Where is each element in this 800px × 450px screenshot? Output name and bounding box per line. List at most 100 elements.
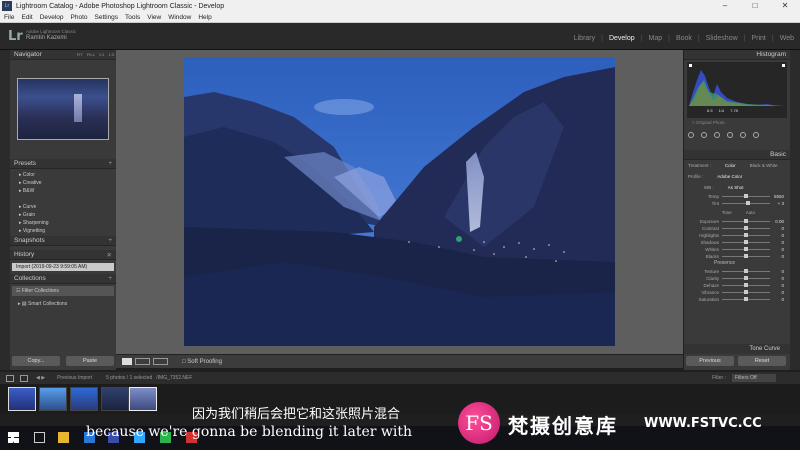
module-library[interactable]: Library [574,35,595,42]
start-icon[interactable] [8,432,19,443]
texture-slider[interactable]: Texture 0 [684,268,790,275]
navigator-header[interactable]: Navigator FIT FILL 1:1 1:3 [10,50,116,60]
preset-folder[interactable]: ▸ Grain [19,212,116,220]
histogram-readout: 6.5 1/4 7.78 [707,108,738,113]
add-snapshot-icon[interactable]: + [108,237,112,244]
histogram-header[interactable]: Histogram [684,50,790,60]
add-preset-icon[interactable]: + [108,160,112,167]
collection-smart[interactable]: ▸ ▤ Smart Collections [10,298,116,307]
filmstrip-thumb-selected[interactable] [129,387,157,411]
filmstrip-source[interactable]: Previous Import [57,375,92,381]
filmstrip-thumb[interactable] [101,387,129,411]
module-map[interactable]: Map [648,35,662,42]
menu-develop[interactable]: Develop [40,14,64,21]
before-after-swap-icon[interactable] [153,358,168,365]
filmstrip-filename: /IMG_7352.NEF [156,375,193,381]
preset-folder[interactable]: ▸ Color [19,172,116,180]
module-print[interactable]: Print [751,35,765,42]
title-bar: Lr Lightroom Catalog - Adobe Photoshop L… [0,0,800,12]
preset-folder[interactable]: ▸ Vignetting [19,228,116,236]
original-photo-checkbox[interactable]: □ Original Photo [684,120,790,125]
menu-view[interactable]: View [147,14,161,21]
tone-curve-header[interactable]: Tone Curve [684,344,790,354]
right-panel-scrollbar[interactable] [790,50,800,370]
main-photo[interactable] [184,57,615,346]
before-after-icon[interactable] [135,358,150,365]
module-slideshow[interactable]: Slideshow [706,35,738,42]
whites-slider[interactable]: Whites 0 [684,246,790,253]
task-view-icon[interactable] [34,432,45,443]
filmstrip-count: 5 photos / 1 selected [106,375,153,381]
close-button[interactable]: ✕ [770,0,800,12]
module-separator: | [697,35,700,42]
filmstrip-thumb[interactable] [39,387,67,411]
menu-window[interactable]: Window [168,14,191,21]
grid-icon[interactable] [20,374,28,382]
exposure-slider[interactable]: Exposure 0.00 [684,218,790,225]
preset-folder[interactable]: ▸ B&W [19,188,116,196]
copy-button[interactable]: Copy... [12,356,60,366]
menu-help[interactable]: Help [198,14,211,21]
menu-tools[interactable]: Tools [125,14,140,21]
contrast-slider[interactable]: Contrast 0 [684,225,790,232]
blacks-slider[interactable]: Blacks 0 [684,253,790,260]
maximize-button[interactable]: □ [740,0,770,12]
adjustment-brush-icon[interactable] [753,132,759,138]
previous-button[interactable]: Previous [686,356,734,366]
filmstrip-thumb[interactable] [8,387,36,411]
dehaze-slider[interactable]: Dehaze 0 [684,282,790,289]
menu-settings[interactable]: Settings [95,14,119,21]
menu-file[interactable]: File [4,14,14,21]
menu-photo[interactable]: Photo [71,14,88,21]
red-eye-icon[interactable] [714,132,720,138]
paste-button[interactable]: Paste [66,356,114,366]
secondary-window-icon[interactable] [6,374,14,382]
auto-tone-button[interactable]: Auto [746,210,755,215]
collections-header[interactable]: Collections + [10,274,116,284]
highlights-slider[interactable]: Highlights 0 [684,232,790,239]
navigator-preview[interactable] [17,78,109,140]
basic-header[interactable]: Basic [684,150,790,160]
tint-slider[interactable]: Tint + 3 [684,200,790,207]
back-arrow-icon[interactable]: ◀ ▶ [36,375,45,381]
zoom-1-3[interactable]: 1:3 [108,52,114,57]
crop-tool-icon[interactable] [688,132,694,138]
spot-removal-icon[interactable] [701,132,707,138]
add-collection-icon[interactable]: + [108,275,112,282]
profile-dropdown[interactable]: Adobe Color [717,174,742,179]
zoom-fill[interactable]: FILL [87,52,95,57]
preset-folder[interactable]: ▸ Curve [19,204,116,212]
collection-filter[interactable]: ☷ Filter Collections [12,286,114,296]
left-panel-collapse-strip[interactable] [0,50,10,370]
clear-history-icon[interactable]: ✕ [107,251,112,259]
loupe-view-icon[interactable] [122,358,132,365]
graduated-filter-icon[interactable] [727,132,733,138]
minimize-button[interactable]: – [710,0,740,12]
zoom-1-1[interactable]: 1:1 [99,52,105,57]
module-web[interactable]: Web [780,35,794,42]
saturation-slider[interactable]: Saturation 0 [684,296,790,303]
soft-proofing-toggle[interactable]: □ Soft Proofing [182,359,222,365]
temp-slider[interactable]: Temp 5550 [684,193,790,200]
filter-dropdown[interactable]: Filters Off [732,374,776,382]
module-develop[interactable]: Develop [609,35,635,42]
radial-filter-icon[interactable] [740,132,746,138]
presets-header[interactable]: Presets + [10,159,116,169]
history-header[interactable]: History ✕ [10,250,116,260]
snapshots-header[interactable]: Snapshots + [10,236,116,246]
file-explorer-icon[interactable] [58,432,69,443]
history-item[interactable]: Import (2019-09-23 9:59:05 AM) [12,263,114,271]
shadows-slider[interactable]: Shadows 0 [684,239,790,246]
zoom-fit[interactable]: FIT [77,52,83,57]
filmstrip-thumb[interactable] [70,387,98,411]
preset-folder[interactable]: ▸ Sharpening [19,220,116,228]
treatment-bw[interactable]: Black & White [750,163,778,168]
treatment-color[interactable]: Color [725,163,736,168]
clarity-slider[interactable]: Clarity 0 [684,275,790,282]
preset-folder[interactable]: ▸ Creative [19,180,116,188]
wb-dropdown[interactable]: As Shot [728,185,744,190]
module-book[interactable]: Book [676,35,692,42]
menu-edit[interactable]: Edit [21,14,32,21]
reset-button[interactable]: Reset [738,356,786,366]
vibrance-slider[interactable]: Vibrance 0 [684,289,790,296]
